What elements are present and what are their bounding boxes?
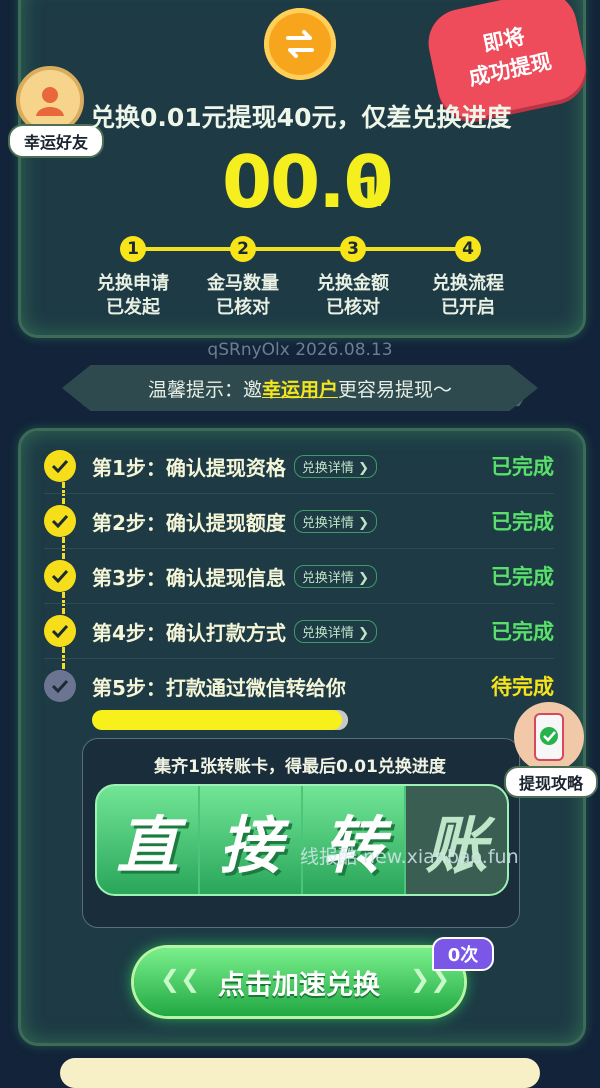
step-label-4: 兑换流程 已开启 [413,272,523,320]
exchange-detail-button[interactable]: 兑换详情 ❯ [293,454,377,478]
step-label-3-status: 已核对 [326,297,380,318]
direct-transfer-card[interactable]: 直 接 转 账 [95,784,509,896]
check-icon [44,450,76,482]
next-section-peek [60,1058,540,1088]
step-dot-3: 3 [340,236,366,262]
task-row: 第5步：打款通过微信转给你 待完成 [44,659,554,713]
exchange-detail-label: 兑换详情 [301,460,354,476]
check-icon [44,615,76,647]
task-title: 第1步：确认提现资格 [92,455,286,480]
tip-suffix: 更容易提现～ [338,378,453,401]
task-row: 第2步：确认提现额度 兑换详情 ❯ 已完成 [44,494,554,549]
ribbon-line2: 成功提现 [466,49,554,91]
swap-icon [264,8,336,80]
final-step-progress-bar [92,710,348,730]
phone-wechat-icon [514,702,584,772]
step-dot-1: 1 [120,236,146,262]
transfer-char: 接 [200,786,303,894]
exchange-detail-label: 兑换详情 [301,570,354,586]
step-label-1-status: 已发起 [106,297,160,318]
task-status: 已完成 [491,455,554,479]
cta-label: 点击加速兑换 [218,969,380,1001]
task-title: 第2步：确认提现额度 [92,510,286,535]
tip-highlight: 幸运用户 [261,378,338,401]
step-dot-2: 2 [230,236,256,262]
task-title: 第5步：打款通过微信转给你 [92,675,346,700]
step-dot-4: 4 [455,236,481,262]
code-date-stamp: qSRnyOlx 2026.08.13 [207,340,393,360]
withdraw-guide-button[interactable]: 提现攻略 [504,702,598,798]
step-label-2: 金马数量 已核对 [188,272,298,320]
transfer-card-title: 集齐1张转账卡，得最后0.01兑换进度 [154,757,446,777]
exchange-detail-label: 兑换详情 [301,625,354,641]
step-label-3: 兑换金额 已核对 [298,272,408,320]
withdraw-guide-label: 提现攻略 [504,766,598,798]
tip-prefix: 温馨提示：邀 [147,378,262,401]
check-icon [44,505,76,537]
task-status: 已完成 [491,620,554,644]
task-row: 第1步：确认提现资格 兑换详情 ❯ 已完成 [44,439,554,494]
cta-left-arrows-icon: ❮❮ [160,965,201,993]
task-title: 第3步：确认提现信息 [92,565,286,590]
step-label-2-status: 已核对 [216,297,270,318]
task-title: 第4步：确认打款方式 [92,620,286,645]
step-label-1: 兑换申请 已发起 [78,272,188,320]
watermark-text: 线报酷 new.xianbao.fun [300,846,519,868]
task-status: 已完成 [491,565,554,589]
step-label-3-title: 兑换金额 [317,273,389,294]
task-status: 待完成 [491,675,554,699]
step-track [135,247,468,251]
tip-banner[interactable]: 温馨提示：邀 幸运用户 更容易提现～ [62,365,538,411]
remaining-count-badge: 0次 [432,937,494,971]
check-icon [44,560,76,592]
transfer-char-missing: 账 [406,786,507,894]
transfer-char: 直 [97,786,200,894]
transfer-char: 转 [303,786,406,894]
exchange-detail-button[interactable]: 兑换详情 ❯ [293,564,377,588]
task-status: 已完成 [491,510,554,534]
progress-amount-suffix: 1 [356,170,384,216]
step-label-1-title: 兑换申请 [97,273,169,294]
task-row: 第3步：确认提现信息 兑换详情 ❯ 已完成 [44,549,554,604]
step-label-4-title: 兑换流程 [432,273,504,294]
exchange-detail-label: 兑换详情 [301,515,354,531]
step-label-2-title: 金马数量 [207,273,279,294]
headline: 兑换0.01元提现40元，仅差兑换进度 [90,103,512,132]
lucky-friend-badge[interactable]: 幸运好友 [8,66,104,158]
check-pending-icon [44,670,76,702]
task-row: 第4步：确认打款方式 兑换详情 ❯ 已完成 [44,604,554,659]
step-label-4-status: 已开启 [441,297,495,318]
exchange-detail-button[interactable]: 兑换详情 ❯ [293,509,377,533]
exchange-detail-button[interactable]: 兑换详情 ❯ [293,619,377,643]
